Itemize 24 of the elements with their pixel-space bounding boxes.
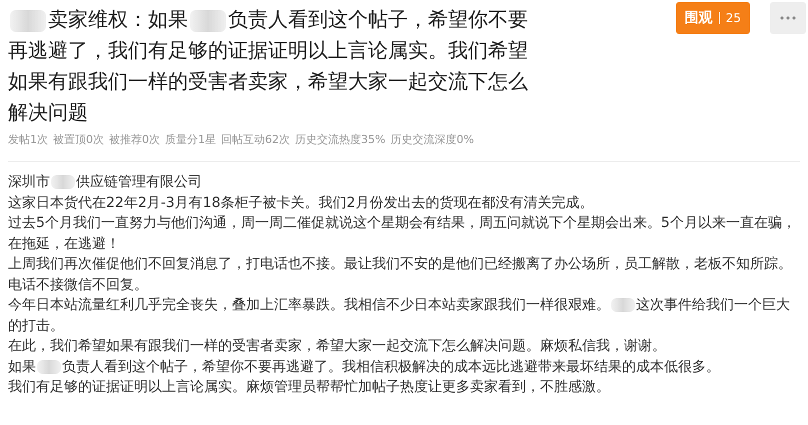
paragraph: 深圳市 供应链管理有限公司 <box>8 173 203 192</box>
paragraph: 今年日本站流量红利几乎完全丧失，叠加上汇率暴跌。我相信不少日本站卖家跟我们一样很艰难。 这次事件给我们一个巨大的打击。 <box>8 296 791 336</box>
stat-label: 回帖互动62次 <box>221 132 290 147</box>
paragraph: 过去5个月我们一直努力与他们沟通，周一周二催促就说这个星期会有结果，周五问就说下个星期会出来。5个月以来一直在骗，在拖延，在逃避！ <box>8 214 797 254</box>
redaction-mark <box>10 10 46 32</box>
paragraph: 我们有足够的证据证明以上言论属实。麻烦管理员帮帮忙加帖子热度让更多卖家看到，不胜感激。 <box>8 378 611 397</box>
paragraph: 上周我们再次催促他们不回复消息了，打电话也不接。最让我们不安的是他们已经搬离了办公场所，员工解散，老板不知所踪。电话不接微信不回复。 <box>8 255 793 294</box>
more-icon <box>780 16 796 20</box>
stat-label: 历史交流深度0% <box>390 132 474 147</box>
redaction-mark <box>190 10 226 32</box>
more-button[interactable] <box>770 2 806 34</box>
paragraph: 如果 负责人看到这个帖子，希望你不要再逃避了。我相信积极解决的成本远比逃避带来最坏结果的成本低很多。 <box>8 358 721 376</box>
post-title: 卖家维权：如果 负责人看到这个帖子，希望你不要再逃避了，我们有足够的证据证明以上言论属实。我们希望如果有跟我们一样的受害者卖家，希望大家一起交流下怎么解决问题 <box>8 6 528 126</box>
redaction-mark <box>51 175 75 190</box>
stat-label: 质量分1星 <box>165 132 216 147</box>
stat-label: 被推荐0次 <box>109 132 160 147</box>
stat-label: 被置顶0次 <box>53 132 104 147</box>
watch-button[interactable]: 围观 25 <box>676 2 750 34</box>
paragraph: 这家日本货代在22年2月-3月有18条柜子被卡关。我们2月份发出去的货现在都没有清关完成。 <box>8 194 594 212</box>
paragraph: 在此，我们希望如果有跟我们一样的受害者卖家，希望大家一起交流下怎么解决问题。麻烦私信我，谢谢。 <box>8 337 667 356</box>
redaction-mark <box>37 360 61 374</box>
stat-label: 历史交流热度35% <box>295 132 386 147</box>
redaction-mark <box>611 298 635 312</box>
stat-label: 发帖1次 <box>8 132 48 147</box>
